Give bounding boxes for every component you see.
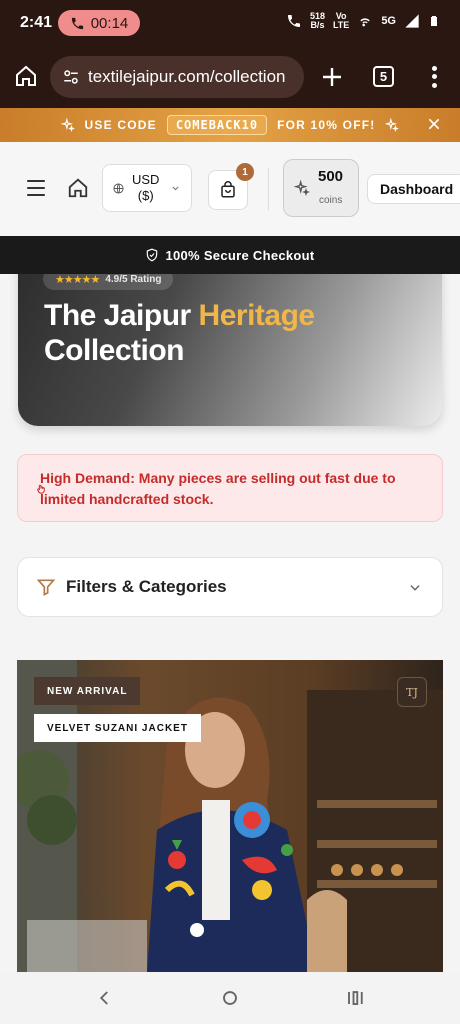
product-card[interactable]: NEW ARRIVAL VELVET SUZANI JACKET TJ [17, 660, 443, 972]
chevron-down-icon [410, 585, 420, 591]
header-divider [268, 168, 269, 210]
status-bar: 2:41 00:14 518 B/s Vo LTE 5G [0, 0, 460, 46]
promo-prefix: USE CODE [84, 118, 157, 132]
net-speed: 518 B/s [309, 11, 325, 30]
volte-indicator: Vo LTE [332, 11, 350, 30]
shield-icon [147, 248, 158, 262]
cart-icon [221, 181, 235, 198]
currency-code: USD [132, 172, 160, 187]
filters-accordion[interactable]: Filters & Categories [17, 557, 443, 617]
status-time: 2:41 [20, 14, 53, 31]
browser-toolbar: textilejaipur.com/collection 5 [0, 46, 460, 108]
home-circle-icon[interactable] [221, 989, 239, 1007]
rating-stars: ★★★★★ [55, 273, 100, 286]
chevron-down-icon [172, 186, 179, 190]
hero-title-accent: Heritage [198, 299, 316, 332]
promo-banner: USE CODE COMEBACK10 FOR 10% OFF! [0, 108, 460, 142]
tabs-button[interactable]: 5 [373, 66, 394, 87]
product-image[interactable] [17, 660, 443, 972]
coins-label: coins [319, 195, 343, 206]
recents-icon[interactable] [346, 989, 364, 1007]
system-nav-bar [0, 972, 460, 1024]
rating-text: 4.9/5 Rating [105, 273, 162, 285]
phone-icon [287, 15, 300, 27]
brand-logo: TJ [397, 677, 427, 707]
dashboard-button[interactable]: Dashboard [367, 174, 460, 204]
sparkle-icon [60, 118, 75, 132]
plus-icon[interactable] [320, 65, 344, 89]
battery-icon [431, 16, 437, 26]
home-icon[interactable] [14, 64, 38, 88]
demand-alert: High Demand: Many pieces are selling out… [17, 454, 443, 522]
coins-value: 500 [318, 168, 344, 185]
sparkle-icon [385, 118, 400, 132]
home-icon[interactable] [66, 177, 90, 199]
new-arrival-badge: NEW ARRIVAL [34, 677, 141, 705]
address-bar[interactable]: textilejaipur.com/collection [50, 56, 304, 98]
network-type: 5G [381, 15, 396, 27]
promo-code[interactable]: COMEBACK10 [166, 115, 268, 135]
alert-message: High Demand: Many pieces are selling out… [40, 470, 396, 507]
filters-label: Filters & Categories [66, 577, 227, 596]
currency-symbol: ($) [137, 188, 154, 203]
sparkle-icon [294, 180, 310, 196]
signal-icon [405, 14, 419, 28]
site-header: USD ($) 1 500 coins Dashboard [0, 142, 460, 236]
phone-icon [71, 17, 83, 29]
menu-icon[interactable] [27, 180, 45, 196]
product-name-tag[interactable]: VELVET SUZANI JACKET [34, 714, 201, 742]
tune-icon[interactable] [62, 68, 80, 86]
currency-selector[interactable]: USD ($) [102, 164, 192, 212]
more-icon[interactable] [424, 64, 444, 90]
hero-title: The Jaipur Heritage Collection [44, 299, 316, 367]
wifi-icon [360, 18, 370, 27]
call-duration: 00:14 [90, 14, 129, 32]
url-text: textilejaipur.com/collection [88, 67, 286, 86]
globe-icon [113, 182, 124, 194]
promo-suffix: FOR 10% OFF! [277, 118, 376, 132]
hero-banner: ★★★★★ 4.9/5 Rating The Jaipur Heritage C… [18, 250, 442, 426]
cart-count-badge: 1 [236, 163, 254, 181]
status-icons: 518 B/s Vo LTE 5G [286, 12, 440, 30]
secure-text: 100% Secure Checkout [165, 247, 315, 263]
secure-checkout-bar: 100% Secure Checkout [0, 236, 460, 274]
back-icon[interactable] [96, 989, 114, 1007]
close-icon[interactable] [426, 116, 442, 132]
call-indicator[interactable]: 00:14 [58, 10, 140, 36]
funnel-icon [36, 579, 56, 596]
coins-widget[interactable]: 500 coins [283, 159, 359, 217]
